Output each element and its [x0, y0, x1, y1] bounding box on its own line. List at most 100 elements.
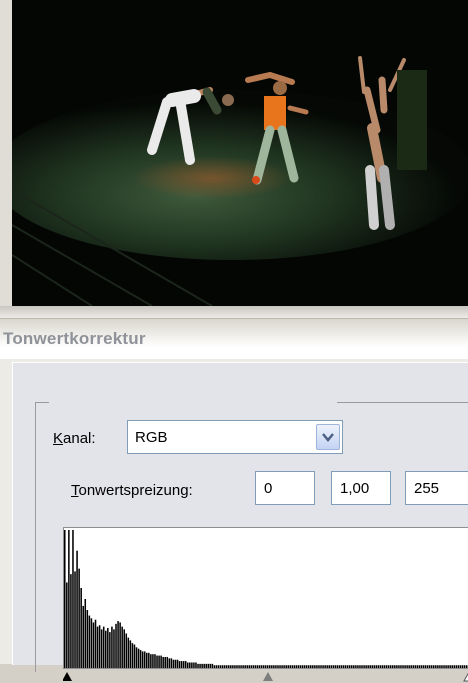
- histogram-bar: [347, 665, 349, 668]
- histogram-bar: [394, 665, 396, 668]
- histogram-bar: [249, 665, 251, 668]
- histogram-bar: [326, 665, 328, 668]
- histogram-bar: [158, 656, 160, 668]
- histogram-bar: [277, 665, 279, 668]
- histogram-bar: [369, 665, 371, 668]
- histogram-bar: [117, 621, 119, 668]
- histogram-bar: [199, 664, 201, 668]
- histogram-bar: [261, 665, 263, 668]
- histogram-bar: [341, 665, 343, 668]
- histogram-bar: [386, 665, 388, 668]
- histogram-bar: [222, 665, 224, 668]
- histogram-bar: [164, 657, 166, 668]
- dialog-title-bar: Tonwertkorrektur: [0, 318, 468, 359]
- histogram-bar: [400, 665, 402, 668]
- histogram-bar: [308, 665, 310, 668]
- histogram-bar: [285, 665, 287, 668]
- histogram-bar: [105, 631, 107, 668]
- histogram-bar: [433, 665, 435, 668]
- histogram-bar: [390, 665, 392, 668]
- histogram-bar: [445, 665, 447, 668]
- input-levels-label: Tonwertspreizung:: [71, 482, 193, 499]
- histogram-bar: [271, 665, 273, 668]
- histogram-bar: [413, 665, 415, 668]
- histogram-bar: [193, 662, 195, 668]
- white-level-input[interactable]: 255: [405, 471, 468, 505]
- histogram-bar: [263, 665, 265, 668]
- histogram-bar: [171, 658, 173, 668]
- histogram-bars: [64, 528, 468, 668]
- histogram-bar: [146, 653, 148, 668]
- histogram-bar: [312, 665, 314, 668]
- histogram-bar: [462, 665, 464, 668]
- white-point-slider-icon[interactable]: [464, 672, 468, 681]
- histogram-bar: [66, 582, 68, 668]
- histogram-bar: [367, 665, 369, 668]
- histogram-bar: [185, 661, 187, 668]
- histogram-bar: [355, 665, 357, 668]
- channel-dropdown-button[interactable]: [316, 424, 340, 450]
- histogram-bar: [458, 665, 460, 668]
- histogram-bar: [111, 627, 113, 668]
- histogram-bar: [91, 618, 93, 668]
- histogram-bar: [392, 665, 394, 668]
- histogram-bar: [195, 662, 197, 668]
- histogram-bar: [255, 665, 257, 668]
- histogram-bar: [404, 665, 406, 668]
- histogram-bar: [314, 665, 316, 668]
- histogram-bar: [203, 664, 205, 668]
- histogram-bar: [298, 665, 300, 668]
- histogram-bar: [408, 665, 410, 668]
- histogram-bar: [259, 665, 261, 668]
- histogram-bar: [339, 665, 341, 668]
- histogram-bar: [89, 616, 91, 668]
- histogram-bar: [410, 665, 412, 668]
- histogram-bar: [87, 610, 89, 668]
- histogram-bar: [281, 665, 283, 668]
- gamma-slider-icon[interactable]: [263, 672, 273, 681]
- histogram-bar: [273, 665, 275, 668]
- histogram-bar: [382, 665, 384, 668]
- histogram-bar: [234, 665, 236, 668]
- histogram-bar: [169, 658, 171, 668]
- histogram-bar: [376, 665, 378, 668]
- histogram-bar: [251, 665, 253, 668]
- histogram-bar: [150, 654, 152, 668]
- histogram-bar: [310, 665, 312, 668]
- chevron-down-icon: [317, 425, 339, 449]
- histogram-bar: [101, 629, 103, 668]
- histogram-bar: [374, 665, 376, 668]
- histogram-bar: [78, 569, 80, 668]
- histogram-bar: [216, 665, 218, 668]
- histogram-bar: [361, 665, 363, 668]
- histogram-bar: [107, 628, 109, 668]
- histogram-bar: [294, 665, 296, 668]
- histogram-bar: [357, 665, 359, 668]
- histogram-bar: [109, 632, 111, 668]
- histogram-bar: [466, 665, 468, 668]
- histogram-bar: [181, 661, 183, 668]
- histogram-bar: [236, 665, 238, 668]
- histogram-bar: [437, 665, 439, 668]
- black-level-input[interactable]: 0: [255, 471, 315, 505]
- histogram-bar: [167, 657, 169, 668]
- histogram-bar: [205, 664, 207, 668]
- histogram-bar: [152, 654, 154, 668]
- histogram-bar: [70, 574, 72, 668]
- histogram-bar: [441, 665, 443, 668]
- histogram-bar: [287, 665, 289, 668]
- black-point-slider-icon[interactable]: [63, 672, 72, 681]
- histogram-bar: [214, 665, 216, 668]
- channel-label: Kanal:: [53, 430, 96, 447]
- histogram-bar: [380, 665, 382, 668]
- input-slider-track[interactable]: [63, 669, 468, 683]
- histogram-bar: [328, 665, 330, 668]
- histogram-bar: [300, 665, 302, 668]
- histogram-bar: [349, 665, 351, 668]
- histogram-bar: [331, 665, 333, 668]
- histogram-bar: [324, 665, 326, 668]
- gamma-input[interactable]: 1,00: [331, 471, 391, 505]
- channel-select[interactable]: RGB: [127, 420, 343, 454]
- histogram-bar: [210, 664, 212, 668]
- histogram-bar: [454, 665, 456, 668]
